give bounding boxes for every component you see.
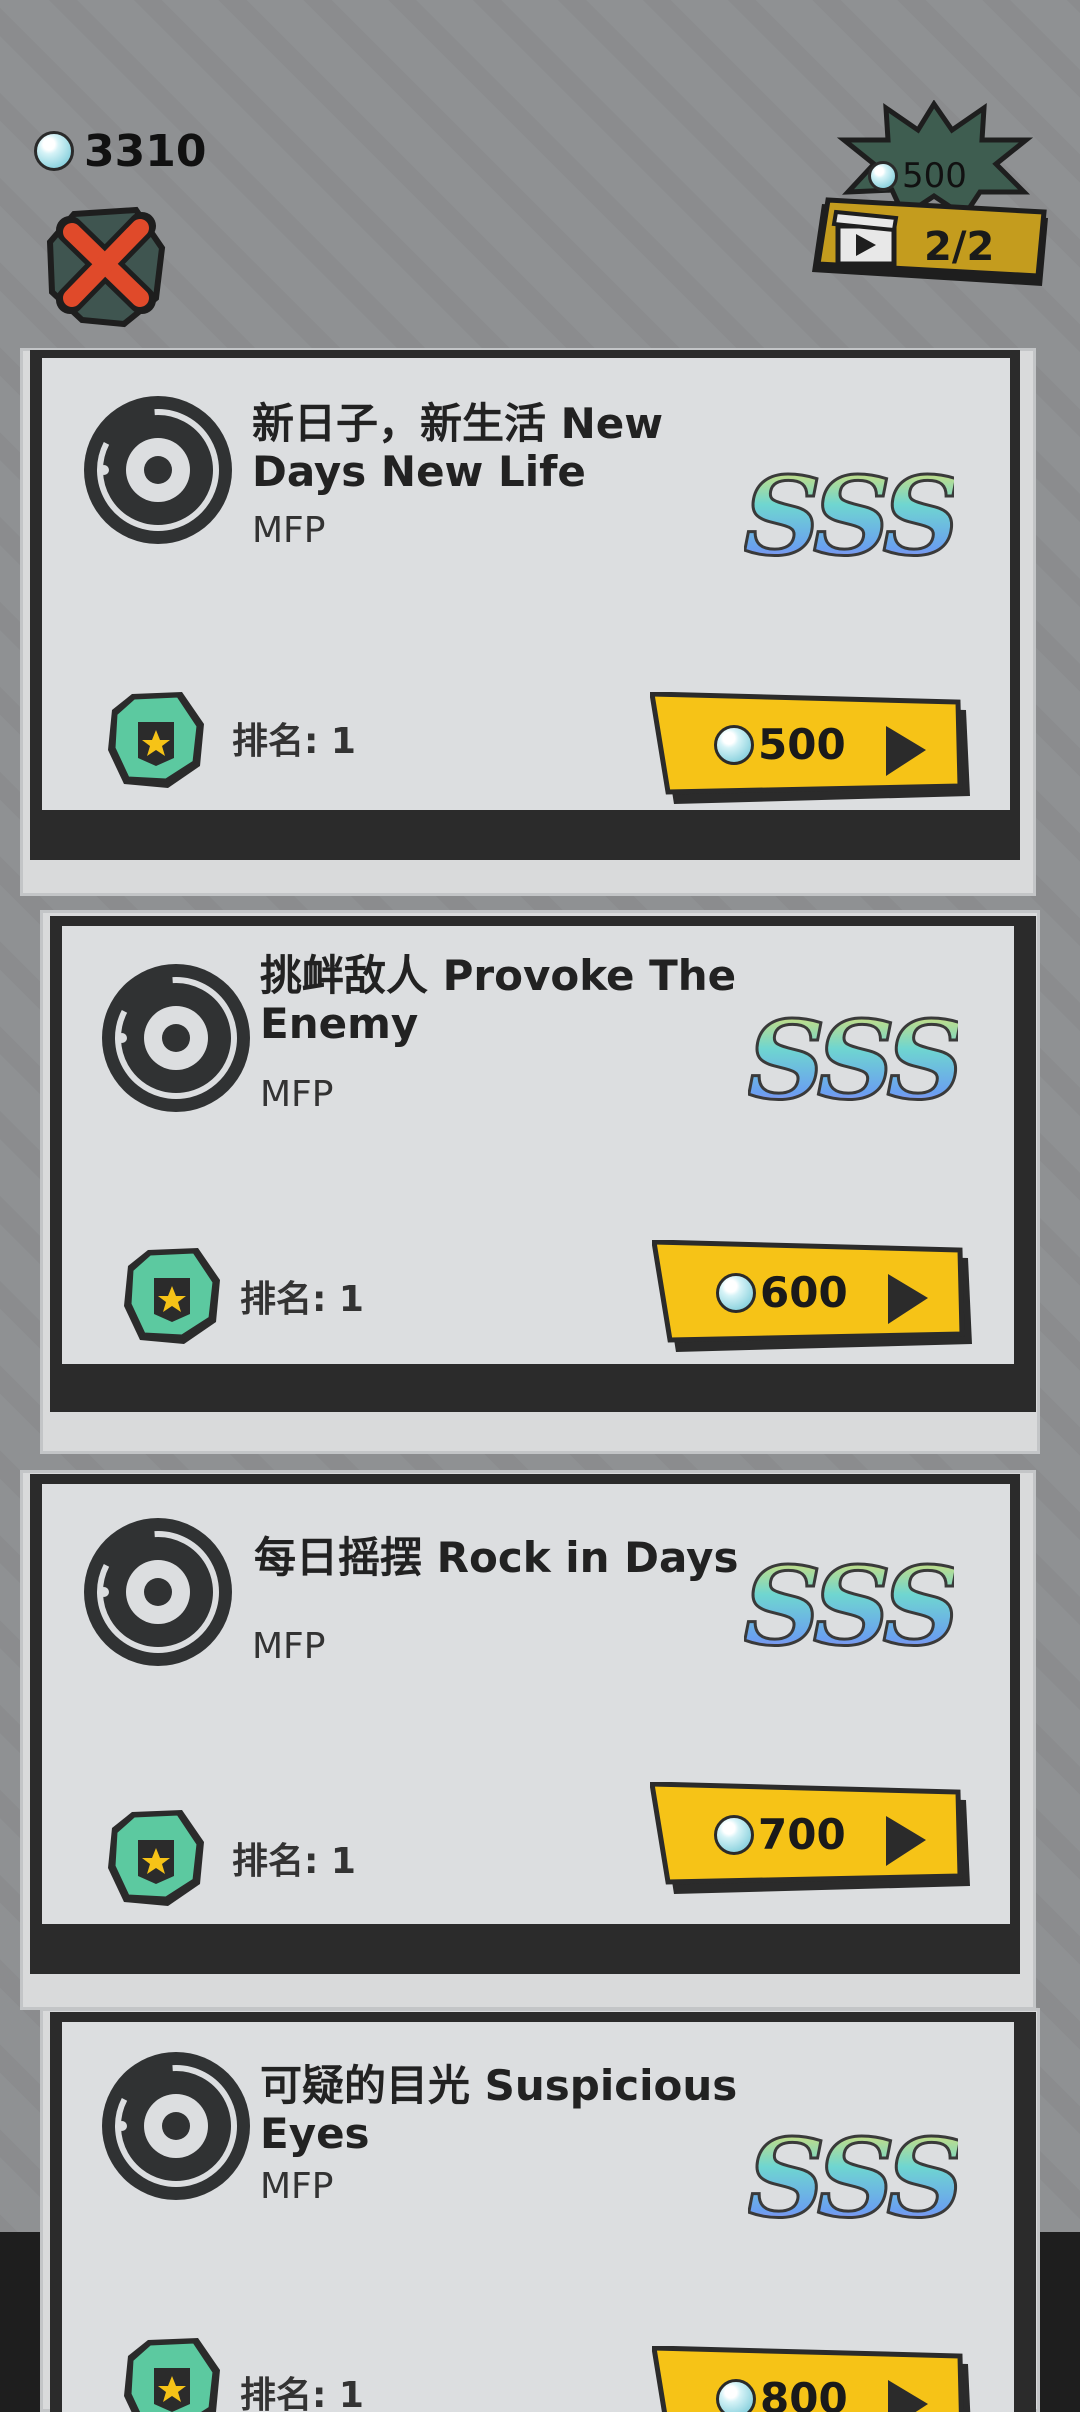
rank-badge-icon bbox=[104, 688, 208, 792]
gem-icon bbox=[716, 1272, 756, 1313]
song-title-line1: 每日摇摆 Rock in Days bbox=[254, 1533, 739, 1582]
song-artist: MFP bbox=[260, 1074, 334, 1115]
rank-label: 排名: 1 bbox=[232, 721, 356, 762]
gem-icon bbox=[714, 1814, 754, 1855]
grade-badge: SSS bbox=[746, 2115, 968, 2244]
buy-song-button[interactable]: 700 bbox=[650, 1782, 970, 1894]
close-icon bbox=[46, 206, 166, 328]
song-title-line2: Days New Life bbox=[252, 447, 586, 496]
song-title-line1: 挑衅敌人 Provoke The bbox=[260, 951, 737, 1000]
song-title-line2: Enemy bbox=[260, 999, 419, 1048]
rank-badge-icon bbox=[120, 2334, 224, 2412]
gem-icon bbox=[716, 2378, 756, 2412]
ad-reward-button[interactable]: 500 2/2 bbox=[808, 100, 1052, 310]
song-title-line2: Eyes bbox=[260, 2109, 370, 2158]
buy-song-button[interactable]: 800 bbox=[652, 2346, 972, 2412]
gem-icon bbox=[868, 161, 898, 191]
grade-badge: SSS bbox=[746, 997, 968, 1126]
reward-amount: 500 bbox=[868, 156, 967, 196]
disc-icon bbox=[80, 1514, 236, 1670]
gem-icon bbox=[714, 724, 754, 765]
grade-text: SSS bbox=[748, 1006, 958, 1116]
disc-icon bbox=[98, 2048, 254, 2204]
grade-badge: SSS bbox=[742, 453, 964, 582]
grade-text: SSS bbox=[744, 1552, 954, 1662]
buy-song-button[interactable]: 500 bbox=[650, 692, 970, 804]
price-value: 700 bbox=[758, 1810, 846, 1859]
buy-song-button[interactable]: 600 bbox=[652, 1240, 972, 1352]
song-title: 每日摇摆 Rock in Days bbox=[254, 1534, 774, 1582]
song-title: 挑衅敌人 Provoke The Enemy bbox=[260, 952, 780, 1048]
buy-price: 700 bbox=[714, 1810, 846, 1859]
rank-badge-icon bbox=[120, 1244, 224, 1348]
grade-badge: SSS bbox=[742, 1543, 964, 1672]
song-title-line1: 可疑的目光 Suspicious bbox=[260, 2061, 738, 2110]
rank-label: 排名: 1 bbox=[240, 2375, 364, 2412]
grade-text: SSS bbox=[748, 2124, 958, 2234]
buy-price: 800 bbox=[716, 2374, 848, 2412]
disc-icon bbox=[80, 392, 236, 548]
reward-amount-value: 500 bbox=[902, 156, 967, 196]
price-value: 500 bbox=[758, 720, 846, 769]
grade-text: SSS bbox=[744, 462, 954, 572]
ad-count: 2/2 bbox=[924, 224, 995, 270]
rank-label: 排名: 1 bbox=[240, 1279, 364, 1320]
price-value: 600 bbox=[760, 1268, 848, 1317]
song-title-line1: 新日子，新生活 New bbox=[252, 399, 664, 448]
song-title: 可疑的目光 Suspicious Eyes bbox=[260, 2062, 780, 2158]
close-button[interactable] bbox=[44, 200, 170, 330]
rank-label: 排名: 1 bbox=[232, 1841, 356, 1882]
buy-price: 500 bbox=[714, 720, 846, 769]
price-value: 800 bbox=[760, 2374, 848, 2412]
disc-icon bbox=[98, 960, 254, 1116]
currency-display: 3310 bbox=[34, 124, 206, 178]
song-artist: MFP bbox=[260, 2166, 334, 2207]
currency-value: 3310 bbox=[84, 125, 207, 177]
song-title: 新日子，新生活 New Days New Life bbox=[252, 400, 772, 496]
gem-icon bbox=[34, 131, 74, 171]
song-artist: MFP bbox=[252, 510, 326, 551]
buy-price: 600 bbox=[716, 1268, 848, 1317]
rank-badge-icon bbox=[104, 1806, 208, 1910]
song-artist: MFP bbox=[252, 1626, 326, 1667]
